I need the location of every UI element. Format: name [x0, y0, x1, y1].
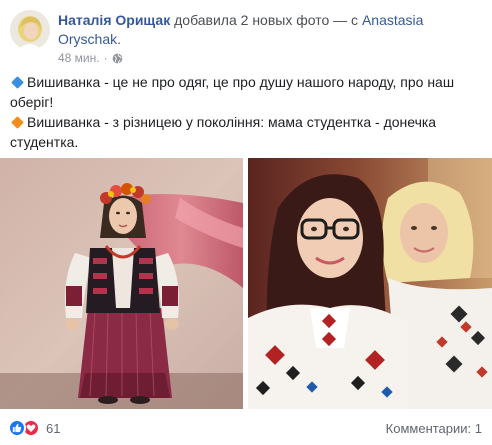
post-text-line-1-content: Вишиванка - це не про одяг, це про душу …: [10, 74, 455, 110]
post-timestamp[interactable]: 48 мин.: [58, 51, 100, 65]
author-name-link[interactable]: Наталія Орищак: [58, 12, 170, 28]
post-text-line-2-content: Вишиванка - з різницею у покоління: мама…: [10, 114, 437, 150]
post-byline: Наталія Орищак добавила 2 новых фото — с…: [58, 11, 478, 49]
post-action-text: добавила 2 новых фото — с: [170, 12, 362, 28]
post-footer: 61 Комментарии: 1: [0, 409, 492, 445]
reaction-count[interactable]: 61: [46, 421, 60, 436]
orange-diamond-icon: [11, 116, 24, 130]
author-avatar[interactable]: [10, 10, 50, 50]
photo-mother-daughter-selfie[interactable]: [248, 158, 492, 409]
comments-count-link[interactable]: Комментарии: 1: [386, 421, 482, 436]
post-text-line-1: Вишиванка - це не про одяг, це про душу …: [10, 72, 486, 112]
post-text: Вишиванка - це не про одяг, це про душу …: [10, 72, 486, 152]
globe-icon[interactable]: [112, 53, 123, 64]
byline-period: .: [117, 31, 122, 47]
post-meta: 48 мин. ·: [58, 51, 123, 65]
reactions-summary[interactable]: 61: [8, 419, 60, 437]
like-reaction-icon: [8, 419, 26, 437]
facebook-post: Наталія Орищак добавила 2 новых фото — с…: [0, 0, 492, 445]
photo-vintage-embroidered-costume[interactable]: [0, 158, 243, 409]
blue-diamond-icon: [11, 76, 24, 90]
post-text-line-2: Вишиванка - з різницею у покоління: мама…: [10, 112, 486, 152]
meta-separator: ·: [103, 51, 108, 65]
